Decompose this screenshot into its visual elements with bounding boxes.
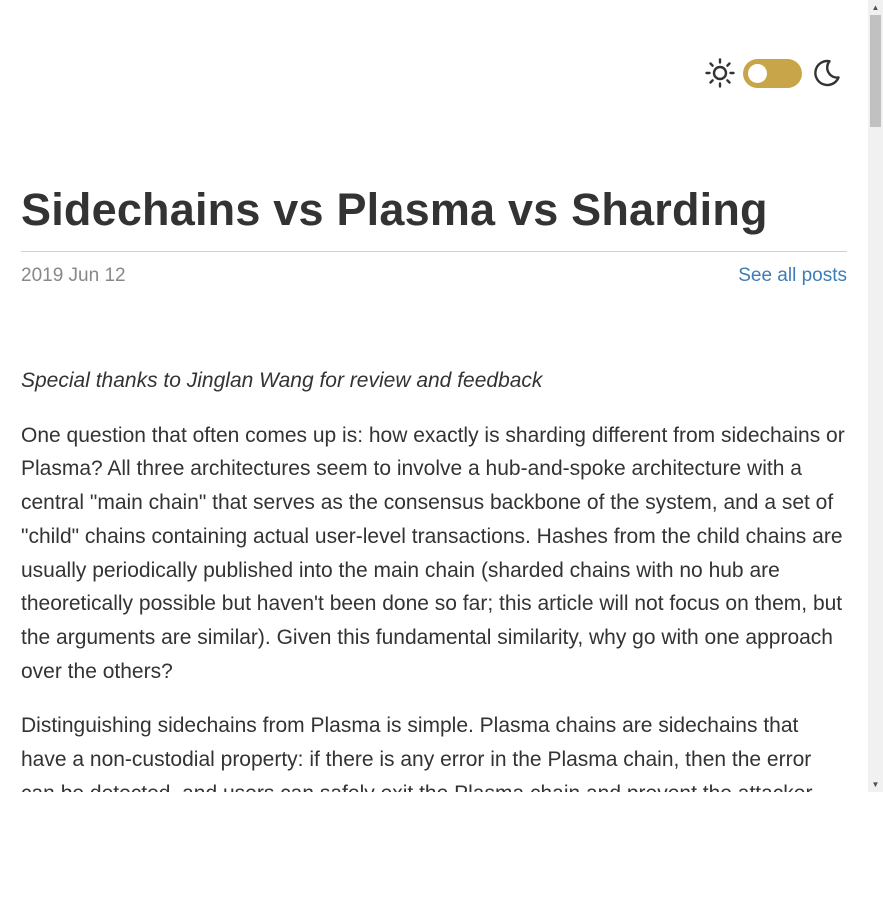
sun-icon — [705, 58, 735, 88]
scrollbar-thumb[interactable] — [870, 15, 881, 127]
theme-toggle[interactable] — [743, 58, 802, 88]
title-divider — [21, 251, 847, 252]
scroll-up-arrow-icon[interactable]: ▲ — [868, 0, 883, 15]
paragraph: Distinguishing sidechains from Plasma is… — [21, 714, 812, 792]
theme-switch[interactable] — [704, 56, 842, 90]
page-viewport: Sidechains vs Plasma vs Sharding 2019 Ju… — [0, 0, 868, 792]
moon-icon — [814, 59, 840, 87]
vertical-scrollbar[interactable]: ▲ ▼ — [868, 0, 883, 792]
see-all-posts-link[interactable]: See all posts — [738, 264, 847, 288]
post-title: Sidechains vs Plasma vs Sharding — [21, 184, 768, 235]
post-date: 2019 Jun 12 — [21, 265, 126, 286]
paragraph: One question that often comes up is: how… — [21, 423, 845, 683]
post-content: Special thanks to Jinglan Wang for revie… — [21, 364, 847, 792]
post-meta: 2019 Jun 12 See all posts — [21, 264, 847, 288]
acknowledgement: Special thanks to Jinglan Wang for revie… — [21, 369, 543, 392]
scroll-down-arrow-icon[interactable]: ▼ — [868, 777, 883, 792]
toggle-knob — [748, 63, 767, 83]
